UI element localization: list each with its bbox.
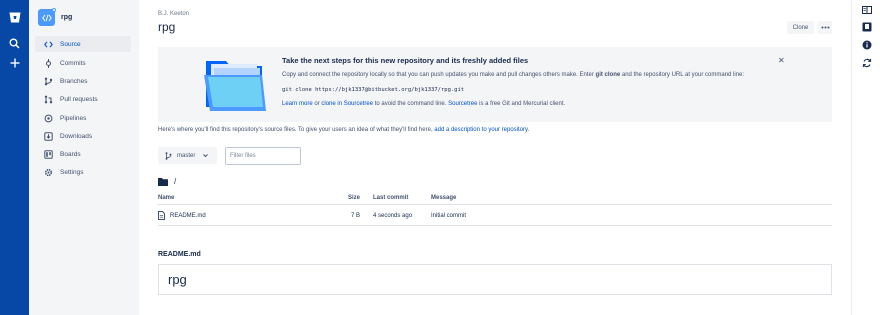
banner-title: Take the next steps for this new reposit… (282, 56, 529, 65)
clone-button[interactable]: Clone (787, 21, 814, 34)
pipelines-icon (43, 113, 53, 123)
readme-label: README.md (158, 251, 201, 258)
code-icon (43, 39, 53, 49)
file-commit-message[interactable]: Initial commit (431, 206, 466, 225)
repo-owner[interactable]: B.J. Keeton (158, 11, 189, 17)
banner-instructions: Copy and connect the repository locally … (282, 72, 744, 78)
sourcetree-link[interactable]: Sourcetree (448, 101, 477, 107)
create-plus-icon[interactable] (7, 55, 22, 70)
sidebar-item-branches[interactable]: Branches (35, 73, 131, 89)
banner-avoid-text: to avoid the command line. (373, 101, 449, 107)
sidebar-item-label: Source (60, 40, 81, 48)
repo-avatar[interactable] (38, 8, 56, 26)
intro-end: . (527, 127, 530, 133)
sidebar-item-boards[interactable]: Boards (35, 146, 131, 162)
branch-icon (43, 76, 53, 86)
repo-header[interactable]: rpg (38, 8, 72, 26)
branch-name: master (177, 152, 196, 159)
sidebar-item-label: Boards (60, 150, 81, 158)
column-size[interactable]: Size (348, 195, 360, 204)
more-actions-button[interactable] (818, 21, 832, 34)
sidebar-item-pipelines[interactable]: Pipelines (35, 110, 131, 126)
bitbucket-logo-icon[interactable] (7, 10, 22, 25)
file-name-link[interactable]: README.md (170, 213, 206, 219)
commit-icon (43, 58, 53, 68)
column-name[interactable]: Name (158, 195, 174, 204)
pull-request-icon (43, 94, 53, 104)
breadcrumb: / (158, 177, 176, 186)
sidebar-item-downloads[interactable]: Downloads (35, 128, 131, 144)
folder-icon (158, 177, 168, 186)
file-size: 7 B (350, 212, 360, 219)
info-icon[interactable] (861, 39, 872, 50)
sidebar-item-pull-requests[interactable]: Pull requests (35, 91, 131, 107)
readme-heading: rpg (168, 272, 187, 287)
close-icon[interactable]: ✕ (778, 56, 785, 65)
filter-files-input[interactable]: Filter files (225, 147, 301, 165)
repo-status-dot (52, 8, 56, 12)
file-name-cell: README.md (158, 206, 206, 225)
sidebar-item-label: Commits (60, 59, 86, 67)
banner-text-after: and the repository URL at your command l… (620, 72, 745, 78)
sidebar-item-label: Branches (60, 77, 88, 85)
intro-text: Here's where you'll find this repository… (158, 127, 435, 133)
sidebar-item-label: Pull requests (60, 95, 98, 103)
repo-sidebar: rpg Source Commits Branches Pull request… (29, 0, 139, 315)
learn-more-link[interactable]: Learn more (282, 101, 313, 107)
banner-links: Learn more or clone in Sourcetree to avo… (282, 101, 565, 107)
file-table-header: Name Size Last commit Message (158, 195, 832, 205)
folder-illustration-icon (204, 61, 266, 111)
bookmark-icon[interactable] (861, 21, 872, 32)
sync-icon[interactable] (861, 57, 872, 68)
chevron-down-icon (203, 153, 209, 159)
next-steps-banner: Take the next steps for this new reposit… (158, 47, 832, 122)
column-last-commit[interactable]: Last commit (373, 195, 408, 204)
table-row[interactable]: README.md 7 B 4 seconds ago Initial comm… (158, 206, 832, 226)
banner-free-text: is a free Git and Mercurial client. (477, 101, 566, 107)
banner-text-before: Copy and connect the repository locally … (282, 72, 596, 78)
readme-content: rpg (158, 264, 832, 295)
download-icon (43, 131, 53, 141)
sidebar-item-settings[interactable]: Settings (35, 164, 131, 180)
search-icon[interactable] (7, 36, 22, 51)
gear-icon (43, 167, 53, 177)
branch-selector[interactable]: master (158, 147, 217, 164)
branch-icon (165, 151, 172, 160)
sidebar-item-label: Settings (60, 168, 84, 176)
file-icon (158, 211, 165, 220)
global-nav (0, 0, 29, 315)
add-description-link[interactable]: add a description to your repository (434, 127, 527, 133)
sidebar-item-commits[interactable]: Commits (35, 55, 131, 71)
sidebar-item-label: Downloads (60, 132, 93, 140)
repo-name[interactable]: rpg (61, 14, 72, 21)
sidebar-item-label: Pipelines (60, 114, 87, 122)
clone-command[interactable]: git clone https://bjk1337@bitbucket.org/… (282, 87, 464, 93)
right-toolbar (851, 0, 880, 315)
panel-toggle-icon[interactable] (861, 4, 872, 15)
source-intro: Here's where you'll find this repository… (158, 127, 529, 133)
page-title: rpg (158, 20, 176, 34)
clone-in-sourcetree-link[interactable]: clone in Sourcetree (321, 101, 373, 107)
sidebar-item-source[interactable]: Source (35, 36, 131, 52)
file-last-commit: 4 seconds ago (373, 212, 413, 219)
main-content: B.J. Keeton rpg Clone Take the next step… (139, 0, 851, 315)
board-icon (43, 149, 53, 159)
more-icon (821, 26, 829, 29)
column-message[interactable]: Message (431, 195, 456, 204)
current-path[interactable]: / (174, 177, 176, 186)
git-clone-emphasis: git clone (595, 72, 621, 78)
